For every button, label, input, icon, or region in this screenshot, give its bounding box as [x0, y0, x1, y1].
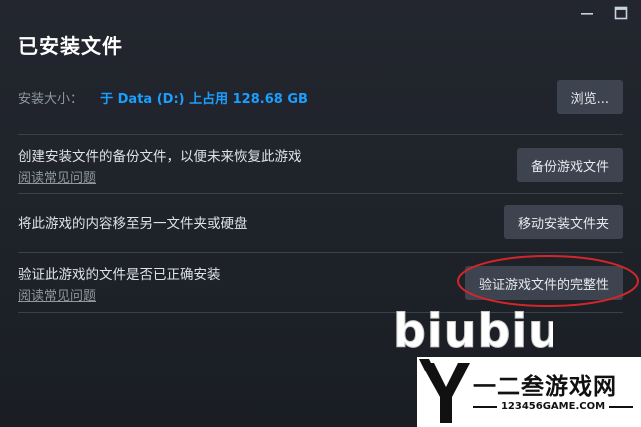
backup-text: 创建安装文件的备份文件，以便未来恢复此游戏 阅读常见问题	[18, 145, 302, 186]
logo-y-icon	[419, 359, 470, 423]
minimize-icon[interactable]	[577, 4, 597, 22]
install-size-row: 安装大小： 于 Data (D:) 上占用 128.68 GB 浏览...	[18, 80, 623, 114]
move-install-folder-button[interactable]: 移动安装文件夹	[503, 205, 623, 239]
maximize-icon[interactable]	[611, 4, 631, 22]
move-row: 将此游戏的内容移至另一文件夹或硬盘 移动安装文件夹	[18, 205, 623, 239]
site-logo: 一二叁游戏网 123456GAME.COM	[417, 357, 641, 427]
logo-line-left	[473, 405, 497, 408]
installed-files-panel: 已安装文件 安装大小： 于 Data (D:) 上占用 128.68 GB 浏览…	[0, 0, 641, 427]
verify-description: 验证此游戏的文件是否已正确安装	[18, 266, 221, 283]
divider	[18, 193, 623, 194]
verify-row: 验证此游戏的文件是否已正确安装 阅读常见问题 验证游戏文件的完整性	[18, 255, 639, 307]
verify-faq-link[interactable]: 阅读常见问题	[18, 285, 221, 304]
backup-faq-link[interactable]: 阅读常见问题	[18, 167, 302, 186]
logo-line-right	[609, 405, 634, 408]
install-size-label: 安装大小：	[18, 91, 84, 107]
page-title: 已安装文件	[18, 34, 123, 58]
install-size-info: 安装大小： 于 Data (D:) 上占用 128.68 GB	[18, 88, 308, 107]
backup-description: 创建安装文件的备份文件，以便未来恢复此游戏	[18, 148, 302, 165]
biubiu-watermark: biubiu	[393, 304, 553, 359]
site-logo-title: 一二叁游戏网	[473, 374, 617, 400]
backup-row: 创建安装文件的备份文件，以便未来恢复此游戏 阅读常见问题 备份游戏文件	[18, 145, 623, 186]
move-description: 将此游戏的内容移至另一文件夹或硬盘	[18, 216, 248, 232]
divider	[18, 134, 623, 135]
move-text: 将此游戏的内容移至另一文件夹或硬盘	[18, 212, 248, 232]
site-logo-url: 123456GAME.COM	[500, 401, 606, 412]
verify-text: 验证此游戏的文件是否已正确安装 阅读常见问题	[18, 263, 221, 304]
backup-files-button[interactable]: 备份游戏文件	[516, 148, 623, 182]
browse-button[interactable]: 浏览...	[556, 80, 623, 114]
watermark-text: biubiu	[393, 304, 553, 358]
window-controls	[577, 4, 631, 22]
install-size-value: 于 Data (D:) 上占用 128.68 GB	[100, 91, 308, 107]
verify-button-wrap: 验证游戏文件的完整性	[456, 255, 639, 307]
site-logo-url-row: 123456GAME.COM	[473, 401, 634, 412]
